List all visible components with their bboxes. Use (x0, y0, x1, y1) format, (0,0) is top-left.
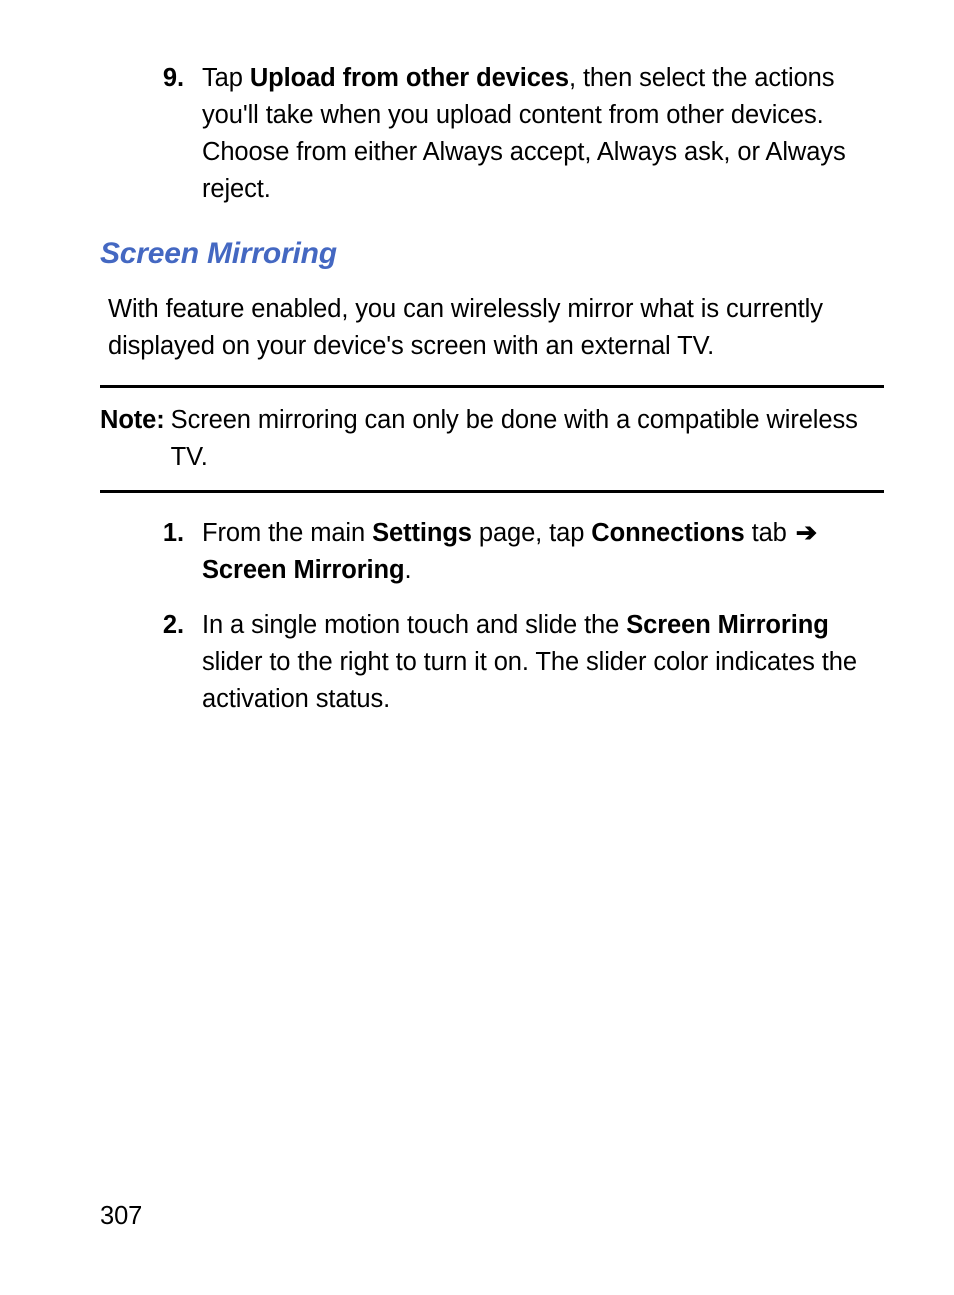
intro-paragraph: With feature enabled, you can wirelessly… (100, 291, 884, 365)
text: Tap (202, 64, 250, 92)
bold-text: Settings (372, 519, 472, 547)
text: slider to the right to turn it on. The s… (202, 648, 857, 713)
list-item-2: 2. In a single motion touch and slide th… (100, 607, 884, 718)
list-body: In a single motion touch and slide the S… (202, 607, 884, 718)
text: page, tap (472, 519, 591, 547)
note-text: Screen mirroring can only be done with a… (171, 402, 884, 476)
bold-text: Upload from other devices (250, 64, 569, 92)
ordered-list: 1. From the main Settings page, tap Conn… (100, 515, 884, 718)
bold-text: Connections (591, 519, 744, 547)
list-number: 1. (130, 515, 202, 589)
text: In a single motion touch and slide the (202, 611, 626, 639)
text: tab (745, 519, 794, 547)
note-label: Note: (100, 402, 171, 476)
list-body: Tap Upload from other devices, then sele… (202, 60, 884, 208)
note-block: Note: Screen mirroring can only be done … (100, 385, 884, 493)
arrow-icon: ➔ (794, 515, 819, 552)
list-body: From the main Settings page, tap Connect… (202, 515, 884, 589)
list-number: 2. (130, 607, 202, 718)
list-item-1: 1. From the main Settings page, tap Conn… (100, 515, 884, 589)
page-number: 307 (100, 1198, 142, 1235)
section-heading: Screen Mirroring (100, 232, 884, 276)
list-number: 9. (130, 60, 202, 208)
document-page: 9. Tap Upload from other devices, then s… (0, 0, 954, 1295)
bold-text: Screen Mirroring (626, 611, 828, 639)
text: . (404, 556, 411, 584)
list-item-9: 9. Tap Upload from other devices, then s… (100, 60, 884, 208)
text: From the main (202, 519, 372, 547)
bold-text: Screen Mirroring (202, 556, 404, 584)
